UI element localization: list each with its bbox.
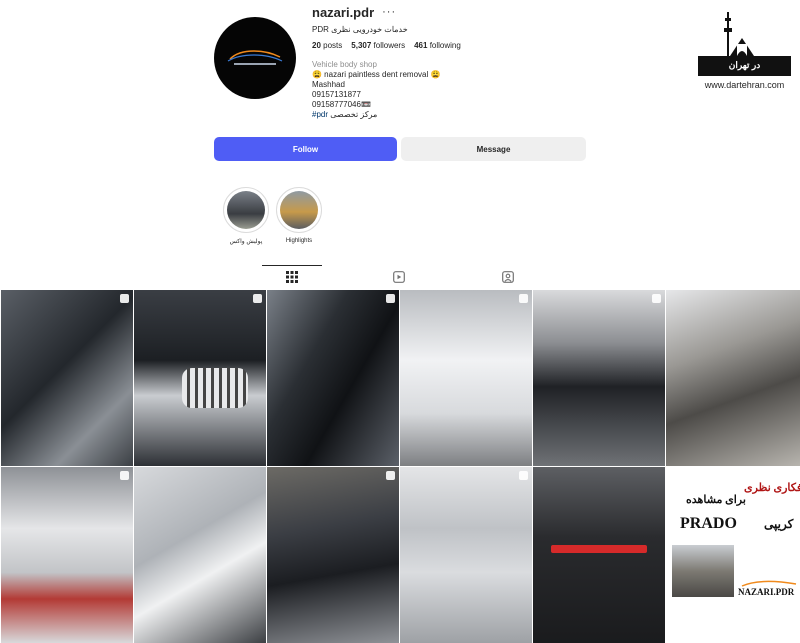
profile-tabs	[0, 265, 800, 290]
reel-icon	[519, 471, 528, 480]
watermark-logo-text: در تهران	[728, 60, 761, 70]
message-button[interactable]: Message	[401, 137, 586, 161]
hashtag-link[interactable]: #pdr	[312, 110, 328, 119]
reel-icon	[253, 294, 262, 303]
reel-icon	[652, 294, 661, 303]
promo-red-text: صافکاری نظری	[744, 482, 800, 494]
post-thumbnail[interactable]	[134, 467, 266, 643]
profile-info: nazari.pdr ··· PDR خدمات خودرویی نظری 20…	[312, 4, 612, 120]
bmw-grille	[182, 368, 248, 408]
bio-line: 😩 nazari paintless dent removal 😩	[312, 70, 441, 79]
post-thumbnail[interactable]	[533, 467, 665, 643]
highlight-item[interactable]: Highlights	[275, 187, 323, 244]
followers-stat[interactable]: 5,307 followers	[351, 41, 405, 50]
post-thumbnail[interactable]	[1, 467, 133, 643]
promo-headline: PRADO	[680, 515, 737, 532]
posts-grid: صافکاری نظری برای مشاهده PRADO کریپی NAZ…	[0, 290, 800, 643]
watermark-url: www.dartehran.com	[704, 80, 785, 90]
following-stat[interactable]: 461 following	[414, 41, 461, 50]
post-thumbnail[interactable]	[267, 467, 399, 643]
highlight-label: پولیش واکس	[229, 239, 263, 245]
promo-script: کریپی	[764, 517, 794, 531]
promo-logo-swoosh	[740, 575, 798, 587]
promo-line1: برای مشاهده	[686, 494, 746, 506]
taillight	[551, 545, 647, 553]
bio-line: #pdr مرکز تخصصی	[312, 110, 378, 119]
username: nazari.pdr	[312, 4, 375, 20]
reel-icon	[519, 294, 528, 303]
post-thumbnail[interactable]	[134, 290, 266, 466]
post-thumbnail[interactable]	[533, 290, 665, 466]
reels-icon[interactable]	[393, 270, 407, 284]
bio-phone[interactable]: 09157131877	[312, 90, 612, 100]
posts-stat[interactable]: 20 posts	[312, 41, 342, 50]
post-thumbnail[interactable]	[267, 290, 399, 466]
follow-button[interactable]: Follow	[214, 137, 397, 161]
profile-avatar[interactable]	[214, 17, 296, 99]
highlight-label: Highlights	[285, 238, 313, 244]
promo-car-photo	[672, 545, 734, 597]
reel-icon	[120, 294, 129, 303]
post-thumbnail[interactable]	[666, 290, 800, 466]
post-thumbnail[interactable]	[1, 290, 133, 466]
full-name: PDR خدمات خودرویی نظری	[312, 25, 408, 34]
bio: Vehicle body shop 😩 nazari paintless den…	[312, 60, 612, 120]
highlight-item[interactable]: پولیش واکس	[222, 187, 270, 245]
bio-phone[interactable]: 09158777046📼	[312, 100, 612, 110]
more-options-icon[interactable]: ···	[382, 6, 396, 18]
reel-icon	[386, 294, 395, 303]
post-thumbnail-promo[interactable]: صافکاری نظری برای مشاهده PRADO کریپی NAZ…	[666, 467, 800, 643]
reel-icon	[386, 471, 395, 480]
post-thumbnail[interactable]	[400, 290, 532, 466]
promo-brand: NAZARI.PDR	[738, 587, 795, 597]
bio-line: Mashhad	[312, 80, 345, 89]
grid-icon[interactable]	[286, 270, 300, 284]
post-thumbnail[interactable]	[400, 467, 532, 643]
reel-icon	[120, 471, 129, 480]
active-tab-indicator	[262, 265, 322, 266]
bio-category: Vehicle body shop	[312, 60, 377, 69]
tagged-icon[interactable]	[502, 270, 516, 284]
profile-stats: 20 posts 5,307 followers 461 following	[312, 41, 612, 50]
profile-header: nazari.pdr ··· PDR خدمات خودرویی نظری 20…	[0, 0, 800, 260]
